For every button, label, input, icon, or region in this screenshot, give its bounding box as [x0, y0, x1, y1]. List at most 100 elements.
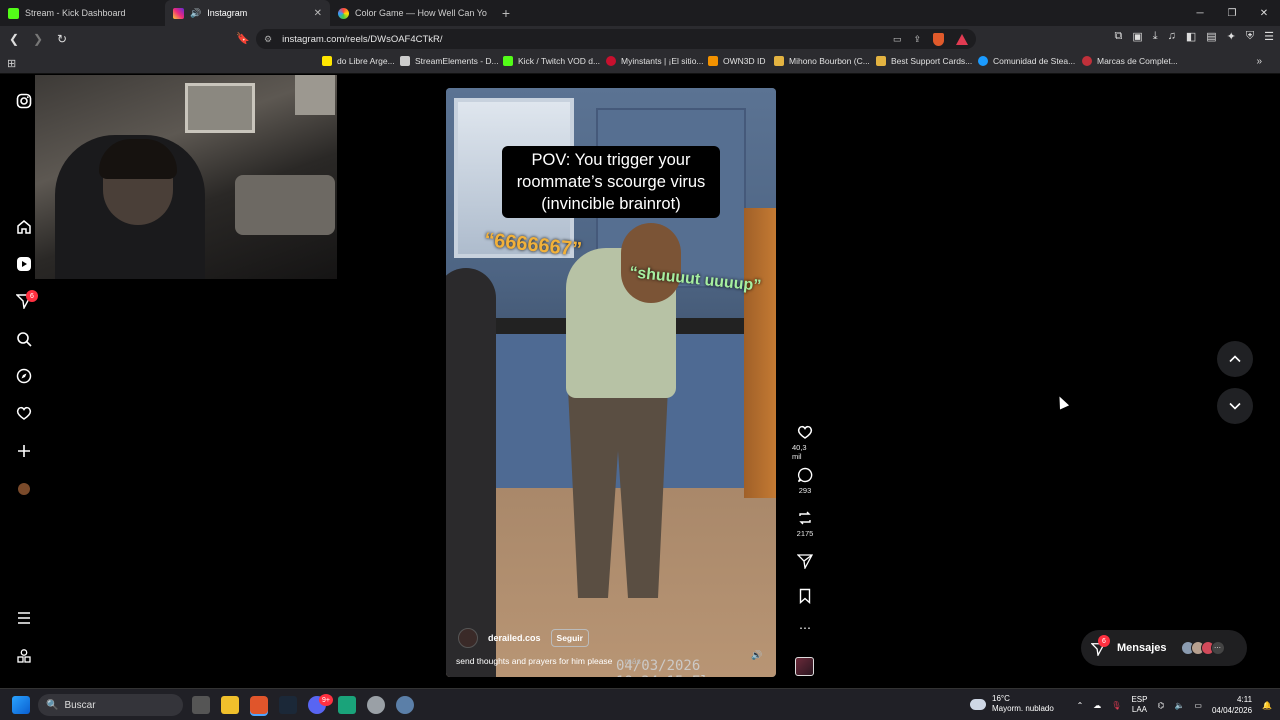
heart-icon[interactable] [15, 404, 33, 422]
comment-button[interactable]: 293 [792, 467, 818, 495]
language-indicator[interactable]: ESP LAA [1131, 695, 1147, 715]
brave-shields-icon[interactable] [933, 32, 944, 46]
bookmark-item[interactable]: Marcas de Complet... [1082, 56, 1178, 66]
vpn-icon[interactable]: ⛨ [1246, 30, 1254, 43]
network-app-icon[interactable]: ☁ [1093, 701, 1101, 710]
notifications-icon[interactable]: 🔔 [1262, 701, 1272, 710]
volume-icon[interactable]: 🔈 [1174, 701, 1184, 710]
bookmark-item[interactable]: Best Support Cards... [876, 56, 972, 66]
instagram-page: 6 POV: You trigger your roommate’s scour… [0, 75, 1280, 687]
date: 04/04/2026 [1211, 706, 1253, 715]
follow-button[interactable]: Seguir [550, 629, 589, 647]
reel-text-overlay: POV: You trigger your roommate’s scourge… [502, 146, 720, 218]
profile-avatar[interactable] [15, 480, 33, 498]
site-info-icon[interactable]: ⚙ [264, 34, 272, 45]
forward-icon[interactable]: ❯ [28, 29, 48, 49]
weather-widget[interactable]: 16°C Mayorm. nublado [970, 694, 1054, 714]
tab-color-game[interactable]: Color Game — How Well Can You Re [330, 0, 495, 26]
app-icon[interactable] [367, 696, 385, 714]
bookmark-item[interactable]: StreamElements - D... [400, 56, 499, 66]
bookmark-favicon [503, 56, 513, 66]
back-icon[interactable]: ❮ [4, 29, 24, 49]
tab-manager-icon[interactable]: ▣ [1132, 30, 1142, 43]
task-view-icon[interactable] [192, 696, 210, 714]
bookmark-item[interactable]: Myinstants | ¡El sitio... [606, 56, 704, 66]
create-icon[interactable] [15, 442, 33, 460]
bookmark-item[interactable]: OWN3D ID [708, 56, 766, 66]
bookmark-icon[interactable]: 🔖 [236, 32, 250, 45]
wallet-icon[interactable]: ▤ [1206, 30, 1216, 43]
chevron-up-icon[interactable]: ⌃ [1077, 701, 1084, 710]
extensions-icon[interactable]: ⧉ [1114, 30, 1122, 43]
repost-button[interactable]: 2175 [792, 510, 818, 538]
sidebar-icon[interactable]: ◧ [1186, 30, 1196, 43]
tab-instagram[interactable]: 🔊 Instagram ✕ [165, 0, 330, 26]
mouse-cursor [1054, 394, 1070, 410]
more-options-icon[interactable]: ⋯ [792, 621, 818, 635]
reel-video[interactable]: POV: You trigger your roommate’s scourge… [446, 88, 776, 677]
new-tab-button[interactable]: + [495, 0, 517, 26]
battery-icon[interactable]: ▭ [1194, 701, 1202, 710]
brave-rewards-icon[interactable] [956, 33, 968, 45]
next-reel-button[interactable] [1217, 388, 1253, 424]
close-window-icon[interactable]: ✕ [1248, 0, 1280, 26]
clock[interactable]: 4:11 04/04/2026 [1212, 694, 1252, 716]
bookmark-item[interactable]: do Libre Arge... [322, 56, 395, 66]
more-bookmarks-icon[interactable]: » [1256, 56, 1262, 67]
download-icon[interactable]: ⤓ [1153, 30, 1158, 43]
messages-button[interactable]: 6 Mensajes ⋯ [1081, 630, 1247, 666]
bookmark-item[interactable]: Mihono Bourbon (C... [774, 56, 870, 66]
bookmark-item[interactable]: Comunidad de Stea... [978, 56, 1075, 66]
save-button[interactable] [792, 588, 818, 604]
more-menu-icon[interactable] [15, 609, 33, 627]
share-icon[interactable]: ⇪ [913, 34, 921, 45]
video-scene [744, 208, 776, 498]
cloud-icon [970, 698, 986, 710]
explore-icon[interactable] [15, 367, 33, 385]
share-icon [797, 554, 813, 569]
search-icon[interactable] [15, 330, 33, 348]
home-icon[interactable] [15, 218, 33, 236]
settings-icon[interactable] [396, 696, 414, 714]
cast-icon[interactable]: ▭ [893, 34, 902, 45]
restore-icon[interactable]: ❐ [1216, 0, 1248, 26]
music-icon[interactable]: ♫ [1168, 30, 1176, 43]
bookmark-label: Kick / Twitch VOD d... [518, 56, 601, 66]
mute-icon[interactable]: 🔊 [751, 650, 762, 661]
apps-grid-icon[interactable]: ⊞ [7, 57, 16, 70]
search-placeholder: Buscar [64, 699, 96, 711]
file-explorer-icon[interactable] [221, 696, 239, 714]
author-avatar[interactable] [458, 628, 478, 648]
also-from-meta-icon[interactable] [15, 647, 33, 665]
window-controls: ─ ❐ ✕ [1184, 0, 1280, 26]
author-username[interactable]: derailed.cos [488, 633, 541, 643]
reels-icon[interactable] [15, 255, 33, 273]
windows-start-icon[interactable] [12, 696, 30, 714]
bookmark-favicon [876, 56, 886, 66]
bookmark-item[interactable]: Kick / Twitch VOD d... [503, 56, 600, 66]
leo-ai-icon[interactable]: ✦ [1227, 30, 1236, 43]
toolbar-extensions: ⧉ ▣ ⤓ ♫ ◧ ▤ ✦ ⛨ ☰ [1114, 30, 1274, 43]
taskbar-search[interactable]: 🔍 Buscar [38, 694, 183, 716]
like-button[interactable]: 40,3 mil [792, 424, 818, 461]
share-button[interactable] [792, 553, 818, 569]
previous-reel-button[interactable] [1217, 341, 1253, 377]
close-tab-icon[interactable]: ✕ [314, 8, 322, 19]
color-game-icon [338, 7, 349, 19]
more-avatars-icon: ⋯ [1210, 641, 1225, 655]
speaker-icon[interactable]: 🔊 [190, 8, 201, 19]
steam-icon[interactable] [279, 696, 297, 714]
microphone-icon[interactable]: 🎙 [1111, 701, 1121, 710]
brave-browser-icon[interactable] [250, 696, 268, 714]
wifi-icon[interactable]: ⌬ [1157, 701, 1164, 710]
url-text: instagram.com/reels/DWsOAF4CTkR/ [282, 33, 443, 45]
app-icon[interactable] [338, 696, 356, 714]
reload-icon[interactable]: ↻ [52, 29, 72, 49]
caption-more-link[interactable]: más [625, 656, 641, 666]
audio-thumbnail[interactable] [795, 657, 814, 676]
minimize-icon[interactable]: ─ [1184, 0, 1216, 26]
menu-icon[interactable]: ☰ [1264, 30, 1274, 43]
address-bar[interactable]: ⚙ instagram.com/reels/DWsOAF4CTkR/ ▭ ⇪ [256, 29, 976, 49]
tab-kick-dashboard[interactable]: Stream - Kick Dashboard [0, 0, 165, 26]
instagram-logo-icon[interactable] [15, 92, 33, 110]
